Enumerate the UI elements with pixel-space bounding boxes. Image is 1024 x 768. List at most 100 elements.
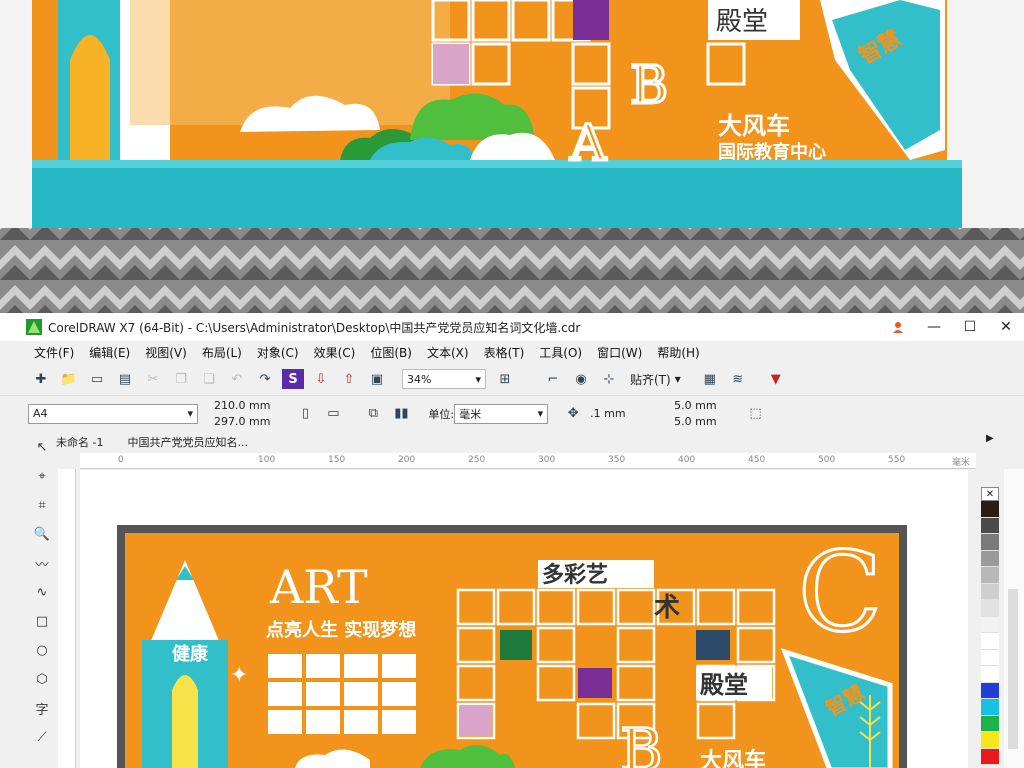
paste-icon[interactable]: ❏ — [198, 369, 220, 389]
user-icon[interactable] — [880, 313, 916, 341]
vertical-scrollbar[interactable] — [1004, 469, 1024, 768]
artwork-svg: 健康 ✦ ART 点亮人生 实现梦想 多彩艺 术 殿堂 B C 智慧 大风车 — [117, 525, 907, 768]
application-launcher-icon[interactable]: ▼ — [765, 369, 787, 389]
page-height-field[interactable]: 297.0 mm — [214, 414, 270, 430]
landscape-icon[interactable]: ▭ — [322, 404, 344, 424]
nudge-icon: ✥ — [567, 406, 579, 421]
art-subtitle: 点亮人生 实现梦想 — [266, 619, 416, 641]
page-size-value: A4 — [33, 407, 48, 420]
page-width-field[interactable]: 210.0 mm — [214, 398, 270, 414]
tab-current-document[interactable]: 中国共产党党员应知名... — [127, 434, 248, 450]
page-size-select[interactable]: A4 ▾ — [28, 403, 198, 424]
menu-edit[interactable]: 编辑(E) — [89, 344, 130, 361]
color-swatch[interactable] — [981, 534, 999, 551]
color-swatch[interactable] — [981, 748, 999, 765]
color-swatch[interactable] — [981, 517, 999, 534]
menu-text[interactable]: 文本(X) — [427, 344, 469, 361]
menu-tools[interactable]: 工具(O) — [539, 344, 582, 361]
tab-untitled[interactable]: 未命名 -1 — [56, 434, 103, 450]
open-folder-icon[interactable]: 📁 — [58, 369, 80, 389]
current-page-icon[interactable]: ▮▮ — [390, 404, 412, 424]
chevron-down-icon: ▾ — [475, 372, 481, 386]
rulers-icon[interactable]: ⌐ — [542, 369, 564, 389]
copy-icon[interactable]: ❐ — [170, 369, 192, 389]
search-content-icon[interactable]: S — [282, 369, 304, 389]
scene-school-text: 国际教育中心 — [718, 141, 826, 163]
new-document-icon[interactable]: ✚ — [30, 369, 52, 389]
color-swatch[interactable] — [981, 616, 999, 633]
sparkle-icon: ✦ — [230, 663, 248, 688]
nudge-distance-field[interactable]: .1 mm — [590, 407, 660, 420]
rectangle-tool-icon[interactable]: □ — [26, 607, 58, 636]
scroll-thumb[interactable] — [1008, 589, 1018, 749]
coreldraw-logo-icon — [26, 319, 42, 335]
menu-window[interactable]: 窗口(W) — [597, 344, 642, 361]
menu-bitmaps[interactable]: 位图(B) — [370, 344, 412, 361]
cut-icon[interactable]: ✂ — [142, 369, 164, 389]
save-icon[interactable]: ▭ — [86, 369, 108, 389]
menu-effects[interactable]: 效果(C) — [314, 344, 356, 361]
ruler-tick: 300 — [538, 455, 556, 465]
menu-table[interactable]: 表格(T) — [484, 344, 525, 361]
print-icon[interactable]: ▤ — [114, 369, 136, 389]
zoom-level-select[interactable]: 34% ▾ — [402, 369, 486, 389]
options-icon[interactable]: ≋ — [727, 369, 749, 389]
full-screen-preview-icon[interactable]: ⊞ — [494, 369, 516, 389]
undo-icon[interactable]: ↶ — [226, 369, 248, 389]
duplicate-x-field[interactable]: 5.0 mm — [674, 398, 716, 414]
color-swatch[interactable] — [981, 583, 999, 600]
dimension-tool-icon[interactable]: ⟋ — [26, 723, 58, 752]
ellipse-tool-icon[interactable]: ○ — [26, 636, 58, 665]
color-swatch[interactable] — [981, 649, 999, 666]
letter-c-text: C — [798, 528, 882, 656]
view-icon[interactable]: ◉ — [570, 369, 592, 389]
render-preview-image: 殿堂 B A 大风车 国际教育中心 智慧 — [0, 0, 1024, 313]
color-swatch[interactable] — [981, 501, 999, 518]
color-swatch[interactable] — [981, 732, 999, 749]
welcome-screen-icon[interactable]: ▦ — [699, 369, 721, 389]
menu-file[interactable]: 文件(F) — [34, 344, 74, 361]
publish-pdf-icon[interactable]: ▣ — [366, 369, 388, 389]
duplicate-y-field[interactable]: 5.0 mm — [674, 414, 716, 430]
import-icon[interactable]: ⇩ — [310, 369, 332, 389]
export-icon[interactable]: ⇧ — [338, 369, 360, 389]
menu-object[interactable]: 对象(C) — [257, 344, 299, 361]
color-swatch[interactable] — [981, 715, 999, 732]
window-controls: — ☐ ✕ — [880, 313, 1024, 341]
all-pages-icon[interactable]: ⧉ — [362, 404, 384, 424]
shape-tool-icon[interactable]: ⌖ — [26, 462, 58, 491]
color-swatch[interactable] — [981, 682, 999, 699]
menu-layout[interactable]: 布局(L) — [202, 344, 242, 361]
snap-to-dropdown[interactable]: 贴齐(T) ▾ — [630, 371, 681, 388]
no-color-swatch[interactable]: ✕ — [981, 487, 999, 501]
color-swatch[interactable] — [981, 699, 999, 716]
pick-tool-icon[interactable]: ↖ — [26, 433, 58, 462]
maximize-button[interactable]: ☐ — [952, 313, 988, 341]
text-tool-icon[interactable]: 字 — [26, 694, 58, 723]
redo-icon[interactable]: ↷ — [254, 369, 276, 389]
portrait-icon[interactable]: ▯ — [294, 404, 316, 424]
menu-help[interactable]: 帮助(H) — [657, 344, 699, 361]
zoom-tool-icon[interactable]: 🔍 — [26, 520, 58, 549]
crop-tool-icon[interactable]: ⌗ — [26, 491, 58, 520]
artistic-media-icon[interactable]: ∿ — [26, 578, 58, 607]
color-swatch[interactable] — [981, 567, 999, 584]
page-border-icon[interactable]: ⬚ — [745, 404, 767, 424]
units-select[interactable]: 毫米 ▾ — [454, 403, 549, 424]
color-swatch[interactable] — [981, 550, 999, 567]
grid-icon[interactable]: ⊹ — [598, 369, 620, 389]
polygon-tool-icon[interactable]: ⬡ — [26, 665, 58, 694]
tab-scroll-arrow-icon[interactable]: ▶ — [986, 433, 994, 444]
drawing-canvas[interactable]: 健康 ✦ ART 点亮人生 实现梦想 多彩艺 术 殿堂 B C 智慧 大风车 — [80, 470, 968, 768]
minimize-button[interactable]: — — [916, 313, 952, 341]
color-palette: ✕ — [981, 487, 999, 768]
snap-label: 贴齐(T) — [630, 372, 671, 387]
window-title: CorelDRAW X7 (64-Bit) - C:\Users\Adminis… — [48, 320, 581, 335]
color-swatch[interactable] — [981, 666, 999, 683]
menu-view[interactable]: 视图(V) — [145, 344, 187, 361]
color-swatch[interactable] — [981, 600, 999, 617]
close-button[interactable]: ✕ — [988, 313, 1024, 341]
freehand-tool-icon[interactable]: 〰 — [26, 549, 58, 578]
scene-letter-b: B — [630, 56, 668, 116]
color-swatch[interactable] — [981, 633, 999, 650]
